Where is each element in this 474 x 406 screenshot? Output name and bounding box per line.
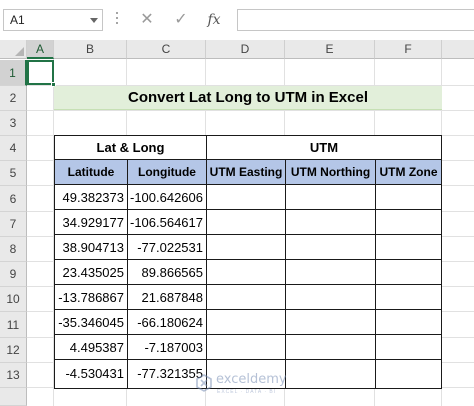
- select-all-button[interactable]: [0, 40, 27, 59]
- column-title-utm-zone[interactable]: UTM Zone: [376, 160, 441, 185]
- table-cell-utm-northing[interactable]: [286, 310, 376, 335]
- column-header-f[interactable]: F: [375, 40, 442, 59]
- table-cell-utm-zone[interactable]: [376, 310, 441, 335]
- group-header-utm[interactable]: UTM: [207, 136, 441, 160]
- table-cell-latitude[interactable]: -35.346045: [55, 310, 128, 335]
- selected-cell[interactable]: [27, 60, 54, 85]
- row-header-10[interactable]: 10: [0, 287, 27, 312]
- check-icon[interactable]: ✓: [172, 10, 190, 30]
- table-cell-utm-northing[interactable]: [286, 335, 376, 360]
- column-title-utm-northing[interactable]: UTM Northing: [286, 160, 376, 185]
- row-header-11[interactable]: 11: [0, 312, 27, 338]
- sheet-title[interactable]: Convert Lat Long to UTM in Excel: [54, 86, 442, 110]
- row-header-9[interactable]: 9: [0, 262, 27, 287]
- table-cell-utm-easting[interactable]: [207, 260, 286, 285]
- column-header-b[interactable]: B: [54, 40, 127, 59]
- gridline: [27, 110, 474, 111]
- column-header-e[interactable]: E: [285, 40, 375, 59]
- close-icon[interactable]: ✕: [138, 10, 156, 30]
- row-header-4[interactable]: 4: [0, 136, 27, 161]
- table-cell-latitude[interactable]: 38.904713: [55, 235, 128, 260]
- row-header-7[interactable]: 7: [0, 212, 27, 237]
- table-cell-longitude[interactable]: -66.180624: [128, 310, 207, 335]
- table-cell-latitude[interactable]: 23.435025: [55, 260, 128, 285]
- table-cell-utm-northing[interactable]: [286, 210, 376, 235]
- table-cell-utm-easting[interactable]: [207, 310, 286, 335]
- table-cell-utm-northing[interactable]: [286, 285, 376, 310]
- table-cell-latitude[interactable]: 34.929177: [55, 210, 128, 235]
- table-cell-utm-zone[interactable]: [376, 235, 441, 260]
- table-cell-utm-northing[interactable]: [286, 260, 376, 285]
- column-header-d[interactable]: D: [206, 40, 285, 59]
- column-header-c[interactable]: C: [127, 40, 206, 59]
- row-header-6[interactable]: 6: [0, 186, 27, 212]
- name-box-value: A1: [10, 13, 25, 27]
- column-title-utm-easting[interactable]: UTM Easting: [207, 160, 286, 185]
- table-cell-utm-zone[interactable]: [376, 335, 441, 360]
- table-cell-latitude[interactable]: -4.530431: [55, 360, 128, 388]
- table-cell-longitude[interactable]: -77.022531: [128, 235, 207, 260]
- table-cell-longitude[interactable]: -7.187003: [128, 335, 207, 360]
- row-header-8[interactable]: 8: [0, 237, 27, 262]
- function-icon[interactable]: fx: [205, 10, 223, 30]
- watermark-tagline: EXCEL · DATA · BI: [217, 389, 277, 395]
- row-header-13[interactable]: 13: [0, 363, 27, 388]
- table-cell-utm-northing[interactable]: [286, 235, 376, 260]
- data-table: Lat & Long UTM Latitude Longitude UTM Ea…: [54, 135, 442, 389]
- row-header-3[interactable]: 3: [0, 111, 27, 136]
- table-cell-utm-easting[interactable]: [207, 235, 286, 260]
- table-cell-latitude[interactable]: -13.786867: [55, 285, 128, 310]
- table-cell-longitude[interactable]: 89.866565: [128, 260, 207, 285]
- table-cell-utm-easting[interactable]: [207, 210, 286, 235]
- column-header-a[interactable]: A: [27, 40, 54, 59]
- table-cell-utm-easting[interactable]: [207, 285, 286, 310]
- formula-input[interactable]: [237, 9, 474, 31]
- row-header-12[interactable]: 12: [0, 338, 27, 363]
- table-cell-utm-zone[interactable]: [376, 210, 441, 235]
- table-cell-longitude[interactable]: 21.687848: [128, 285, 207, 310]
- watermark: exceldemy EXCEL · DATA · BI: [195, 371, 305, 401]
- table-cell-utm-zone[interactable]: [376, 185, 441, 210]
- column-title-longitude[interactable]: Longitude: [128, 160, 207, 185]
- row-header-1[interactable]: 1: [0, 60, 27, 86]
- row-header-5[interactable]: 5: [0, 161, 27, 186]
- table-cell-longitude[interactable]: -106.564617: [128, 210, 207, 235]
- formula-bar: A1 ✕ ✓ fx: [0, 0, 474, 40]
- table-cell-utm-northing[interactable]: [286, 185, 376, 210]
- table-cell-utm-zone[interactable]: [376, 285, 441, 310]
- chevron-down-icon[interactable]: [90, 18, 98, 23]
- table-cell-utm-easting[interactable]: [207, 335, 286, 360]
- table-cell-utm-zone[interactable]: [376, 260, 441, 285]
- watermark-name: exceldemy: [216, 372, 287, 387]
- exceldemy-logo-icon: [196, 374, 212, 392]
- table-cell-utm-easting[interactable]: [207, 185, 286, 210]
- column-title-latitude[interactable]: Latitude: [55, 160, 128, 185]
- group-header-lat-long[interactable]: Lat & Long: [55, 136, 207, 160]
- table-cell-utm-zone[interactable]: [376, 360, 441, 388]
- table-cell-latitude[interactable]: 49.382373: [55, 185, 128, 210]
- row-header-2[interactable]: 2: [0, 86, 27, 111]
- table-cell-latitude[interactable]: 4.495387: [55, 335, 128, 360]
- table-cell-longitude[interactable]: -100.642606: [128, 185, 207, 210]
- row-header-14[interactable]: [0, 388, 27, 406]
- select-all-icon: [15, 47, 24, 56]
- name-box[interactable]: A1: [3, 9, 103, 31]
- column-header-g[interactable]: [442, 40, 474, 59]
- drag-handle-icon[interactable]: [115, 12, 119, 28]
